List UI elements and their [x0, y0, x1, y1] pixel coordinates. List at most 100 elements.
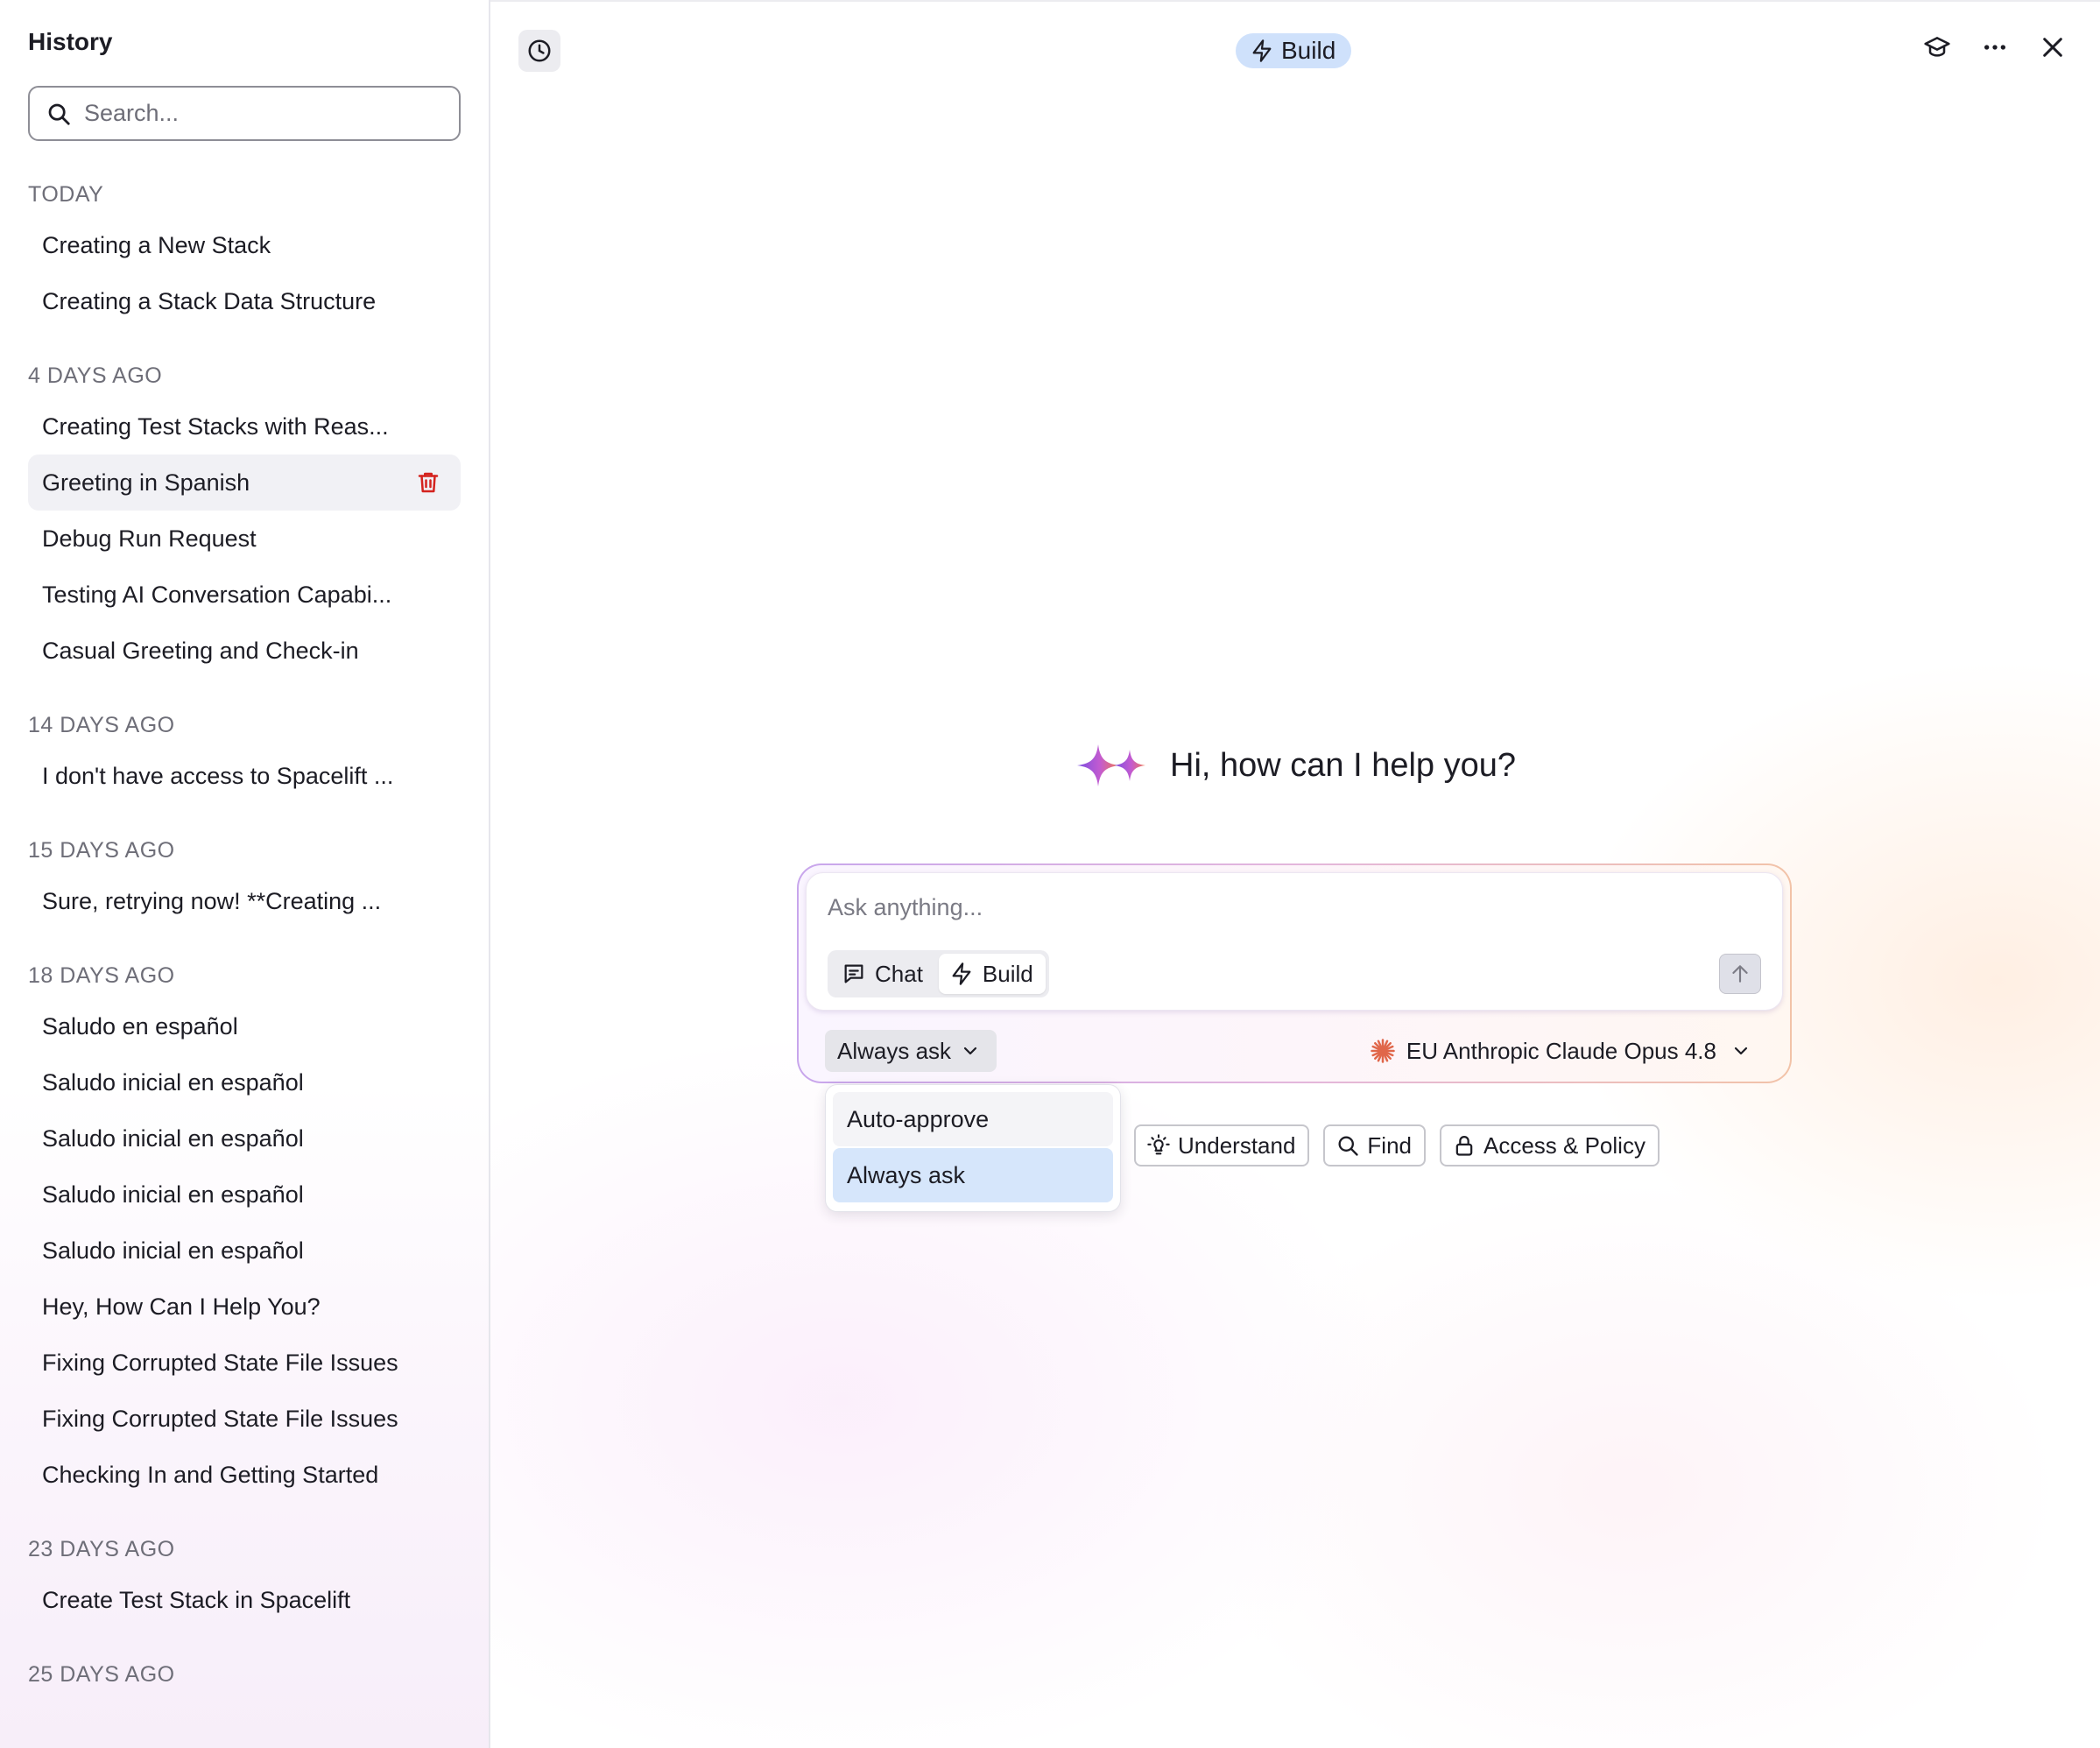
history-icon [528, 39, 551, 62]
approval-select[interactable]: Always ask [825, 1030, 997, 1072]
history-group: 18 DAYS AGO Saludo en español Saludo inici… [28, 953, 461, 1503]
history-item-label: Creating Test Stacks with Reas... [42, 412, 389, 440]
history-item-label: Testing AI Conversation Capabi... [42, 581, 392, 608]
lightning-icon [952, 962, 971, 985]
history-group-label: 25 DAYS AGO [28, 1662, 175, 1687]
mode-badge: Build [1236, 33, 1352, 68]
lightbulb-icon [1147, 1134, 1170, 1155]
build-mode-button[interactable]: Build [938, 954, 1046, 994]
history-item[interactable]: Greeting in Spanish [28, 455, 461, 511]
composer-card: Chat Build [806, 872, 1783, 1011]
composer: Chat Build Always ask [797, 863, 1792, 1083]
history-item-label: Debug Run Request [42, 525, 257, 552]
history-item[interactable]: Fixing Corrupted State File Issues [28, 1335, 461, 1391]
chat-mode-label: Chat [875, 960, 923, 987]
history-item[interactable]: Creating a Stack Data Structure [28, 273, 461, 329]
mode-badge-label: Build [1281, 37, 1336, 64]
history-item[interactable]: Create Test Stack in Spacelift [28, 1572, 461, 1628]
option-auto-approve[interactable]: Auto-approve [833, 1092, 1113, 1146]
learn-button[interactable] [1923, 33, 1951, 61]
history-item-label: Greeting in Spanish [42, 469, 250, 496]
approval-select-value: Always ask [837, 1037, 952, 1064]
history-group-label: 18 DAYS AGO [28, 963, 175, 988]
history-item-label: Saludo inicial en español [42, 1181, 304, 1208]
history-item[interactable]: Saludo en español [28, 998, 461, 1054]
history-item[interactable]: I don't have access to Spacelift ... [28, 748, 461, 804]
top-divider [490, 0, 2100, 2]
trash-icon[interactable] [415, 469, 441, 496]
history-item-label: I don't have access to Spacelift ... [42, 762, 394, 789]
search-input[interactable] [84, 100, 452, 127]
history-group: 4 DAYS AGO Creating Test Stacks with Reas… [28, 353, 461, 679]
main-panel: Build Hi, how can I help you? Ask anythi… [490, 0, 2100, 1748]
history-list: TODAY Creating a New Stack Creating a Stac… [28, 172, 461, 1697]
sparkle-icon [1077, 744, 1145, 786]
greeting-text: Hi, how can I help you? [1170, 746, 1517, 784]
history-group: 23 DAYS AGO Create Test Stack in Spacelif… [28, 1526, 461, 1628]
history-item-label: Create Test Stack in Spacelift [42, 1586, 351, 1613]
history-item[interactable]: Saludo inicial en español [28, 1167, 461, 1223]
history-item[interactable]: Creating Test Stacks with Reas... [28, 398, 461, 455]
history-item-label: Fixing Corrupted State File Issues [42, 1349, 398, 1376]
history-button[interactable] [518, 30, 560, 72]
greeting: Hi, how can I help you? [1072, 739, 1516, 792]
history-item-label: Creating a Stack Data Structure [42, 287, 377, 314]
access-policy-chip[interactable]: Access & Policy [1440, 1124, 1660, 1167]
build-mode-label: Build [982, 960, 1033, 987]
close-button[interactable] [2039, 33, 2067, 61]
mode-toggle: Chat Build [828, 950, 1049, 997]
suggestion-chips: Understand Find Access & Policy [1134, 1124, 1660, 1167]
top-toolbar [1923, 33, 2067, 61]
lightning-icon [1252, 39, 1272, 62]
history-group: 25 DAYS AGO [28, 1652, 461, 1697]
history-item-label: Saludo en español [42, 1012, 238, 1040]
history-item[interactable]: Saludo inicial en español [28, 1223, 461, 1279]
more-icon [1984, 45, 2005, 50]
model-select[interactable]: EU Anthropic Claude Opus 4.8 [1370, 1030, 1751, 1072]
close-icon [2043, 38, 2062, 57]
history-item[interactable]: Fixing Corrupted State File Issues [28, 1391, 461, 1447]
history-item-label: Sure, retrying now! **Creating ... [42, 887, 382, 914]
history-item-label: Saludo inicial en español [42, 1237, 304, 1264]
graduation-cap-icon [1924, 37, 1950, 57]
chat-mode-button[interactable]: Chat [831, 954, 935, 994]
arrow-up-icon [1732, 965, 1748, 983]
history-item[interactable]: Checking In and Getting Started [28, 1447, 461, 1503]
history-item[interactable]: Testing AI Conversation Capabi... [28, 567, 461, 623]
search-icon [1338, 1136, 1359, 1156]
history-group-label: 23 DAYS AGO [28, 1537, 175, 1561]
chevron-down-icon [963, 1047, 977, 1055]
history-group-label: 4 DAYS AGO [28, 363, 163, 388]
more-button[interactable] [1981, 33, 2009, 61]
history-item-label: Saludo inicial en español [42, 1068, 304, 1096]
history-item-label: Creating a New Stack [42, 231, 271, 258]
find-chip-label: Find [1367, 1131, 1412, 1159]
prompt-input[interactable] [828, 894, 1738, 921]
understand-chip[interactable]: Understand [1134, 1124, 1310, 1167]
history-item-label: Hey, How Can I Help You? [42, 1293, 321, 1320]
understand-chip-label: Understand [1178, 1131, 1296, 1159]
send-button[interactable] [1719, 954, 1761, 994]
history-item-label: Casual Greeting and Check-in [42, 637, 359, 664]
sidebar-title: History [28, 28, 113, 55]
history-item[interactable]: Casual Greeting and Check-in [28, 623, 461, 679]
access-policy-chip-label: Access & Policy [1483, 1131, 1645, 1159]
history-group-label: TODAY [28, 182, 104, 207]
history-item[interactable]: Creating a New Stack [28, 217, 461, 273]
history-item[interactable]: Saludo inicial en español [28, 1054, 461, 1110]
history-item-label: Fixing Corrupted State File Issues [42, 1405, 398, 1432]
history-item[interactable]: Hey, How Can I Help You? [28, 1279, 461, 1335]
history-group-label: 15 DAYS AGO [28, 838, 175, 863]
history-item[interactable]: Sure, retrying now! **Creating ... [28, 873, 461, 929]
history-item[interactable]: Debug Run Request [28, 511, 461, 567]
find-chip[interactable]: Find [1323, 1124, 1426, 1167]
approval-dropdown: Auto-approve Always ask [825, 1084, 1121, 1212]
history-item[interactable]: Saludo inicial en español [28, 1110, 461, 1167]
model-select-value: EU Anthropic Claude Opus 4.8 [1406, 1037, 1716, 1064]
history-item-label: Checking In and Getting Started [42, 1461, 379, 1488]
history-group: TODAY Creating a New Stack Creating a Stac… [28, 172, 461, 329]
option-always-ask[interactable]: Always ask [833, 1148, 1113, 1202]
chat-icon [844, 964, 863, 983]
search-box[interactable] [28, 86, 461, 141]
chevron-down-icon [1734, 1047, 1748, 1055]
